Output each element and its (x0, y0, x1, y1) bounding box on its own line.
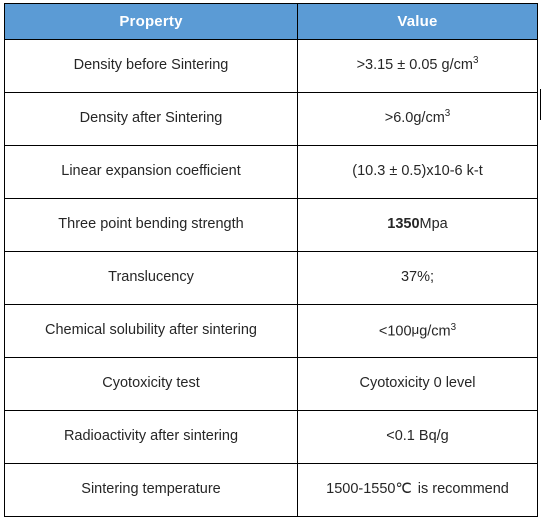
value-text: 1500-1550 (326, 481, 396, 498)
table-row: Density before Sintering >3.15 ± 0.05 g/… (4, 39, 538, 93)
table-row: Cyotoxicity test Cyotoxicity 0 level (4, 357, 538, 411)
table-row: Sintering temperature 1500-1550℃ is recom… (4, 463, 538, 517)
superscript-three: 3 (472, 55, 479, 67)
table-body: Density before Sintering >3.15 ± 0.05 g/… (4, 39, 538, 517)
table-row: Translucency 37%; (4, 251, 538, 305)
property-cell: Translucency (4, 251, 298, 305)
value-cell: 1500-1550℃ is recommend (297, 463, 538, 517)
table-row: Radioactivity after sintering <0.1 Bq/g (4, 410, 538, 464)
value-text: >3.15 ± 0.05 g/cm (356, 57, 473, 74)
document-page: Property Value Density before Sintering … (0, 0, 545, 520)
value-cell: 1350Mpa (297, 198, 538, 252)
value-emphasis: 1350 (387, 216, 420, 233)
value-cell: <100μg/cm3 (297, 304, 538, 358)
column-header-property: Property (4, 3, 298, 40)
value-text-suffix: is recommend (417, 481, 509, 498)
property-cell: Sintering temperature (4, 463, 298, 517)
value-cell: >6.0g/cm3 (297, 92, 538, 146)
value-cell: >3.15 ± 0.05 g/cm3 (297, 39, 538, 93)
stray-vertical-rule (540, 89, 541, 120)
property-cell: Cyotoxicity test (4, 357, 298, 411)
value-cell: (10.3 ± 0.5)x10-6 k-t (297, 145, 538, 199)
table-header-row: Property Value (4, 3, 538, 40)
value-text: Mpa (419, 216, 448, 233)
table-row: Three point bending strength 1350Mpa (4, 198, 538, 252)
property-cell: Linear expansion coefficient (4, 145, 298, 199)
superscript-three: 3 (444, 108, 451, 120)
property-value-table: Property Value Density before Sintering … (4, 3, 538, 517)
table-row: Density after Sintering >6.0g/cm3 (4, 92, 538, 146)
value-cell: 37%; (297, 251, 538, 305)
table-row: Linear expansion coefficient (10.3 ± 0.5… (4, 145, 538, 199)
value-text: >6.0g/cm (384, 110, 445, 127)
degrees-celsius-symbol: ℃ (395, 481, 412, 498)
value-text: <100 (378, 323, 412, 340)
column-header-value: Value (297, 3, 538, 40)
property-cell: Density after Sintering (4, 92, 298, 146)
superscript-three: 3 (450, 321, 457, 333)
table-header: Property Value (4, 3, 538, 40)
value-text-suffix: g/cm (419, 323, 451, 340)
property-cell: Three point bending strength (4, 198, 298, 252)
table-row: Chemical solubility after sintering <100… (4, 304, 538, 358)
property-cell: Chemical solubility after sintering (4, 304, 298, 358)
value-cell: <0.1 Bq/g (297, 410, 538, 464)
value-cell: Cyotoxicity 0 level (297, 357, 538, 411)
property-cell: Density before Sintering (4, 39, 298, 93)
property-cell: Radioactivity after sintering (4, 410, 298, 464)
